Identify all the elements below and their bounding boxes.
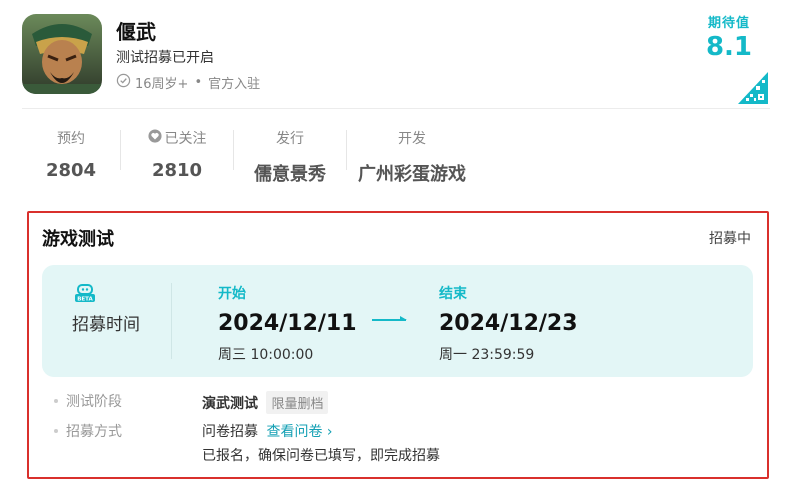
stat-label: 发行 [276, 131, 304, 147]
stat-reservations: 预约 2804 [22, 118, 120, 190]
start-date: 2024/12/11 [218, 311, 357, 336]
rating-label: 期待值 [707, 16, 750, 31]
recruit-time-panel: BETA 招募时间 开始 2024/12/11 周三 10:00:00 结束 2… [42, 265, 753, 377]
beta-robot-icon: BETA [74, 281, 96, 303]
stage-name: 演武测试 [202, 396, 258, 412]
info-value-method: 问卷招募 查看问卷 › [202, 421, 333, 441]
age-rating: 16周岁+ [135, 77, 189, 92]
info-value-stage: 演武测试 限量删档 [202, 391, 329, 414]
stat-value: 2804 [45, 160, 97, 181]
stat-followers[interactable]: 已关注 2810 [121, 118, 233, 190]
info-key: 招募方式 [54, 421, 122, 441]
card-title: 游戏测试 [42, 229, 114, 250]
bullet-dot [54, 399, 58, 403]
stat-value: 广州彩蛋游戏 [358, 164, 466, 185]
start-time: 周三 10:00:00 [218, 347, 314, 363]
expectation-rating: 期待值 8.1 [699, 12, 759, 61]
stat-publisher[interactable]: 发行 儒意景秀 [234, 118, 346, 190]
panel-divider [171, 283, 172, 359]
qr-code-icon[interactable] [738, 72, 768, 104]
svg-text:BETA: BETA [77, 297, 93, 303]
stat-label-followed: 已关注 [121, 128, 233, 148]
view-questionnaire-link[interactable]: 查看问卷 › [266, 424, 332, 440]
recruit-time-label: 招募时间 [72, 315, 140, 335]
stat-label: 预约 [57, 131, 85, 147]
heart-icon [147, 129, 162, 147]
recruit-status: 招募中 [709, 231, 751, 247]
end-date: 2024/12/23 [439, 311, 578, 336]
meta-separator: • [194, 75, 203, 90]
verified-check-icon [116, 73, 131, 92]
app-title: 偃武 [116, 20, 156, 44]
info-row-stage: 测试阶段 演武测试 限量删档 [42, 391, 753, 421]
method-note: 已报名，确保问卷已填写，即完成招募 [202, 448, 440, 464]
start-time-block: 开始 2024/12/11 周三 10:00:00 [218, 283, 357, 364]
stats-bar: 预约 2804 已关注 2810 发行 儒意景秀 开发 广州彩蛋游戏 [22, 118, 477, 190]
rating-value: 8.1 [705, 32, 753, 62]
official-tag: 官方入驻 [208, 77, 261, 92]
stat-value: 儒意景秀 [254, 164, 326, 185]
info-key: 测试阶段 [54, 391, 122, 411]
app-icon[interactable] [22, 14, 102, 94]
end-label: 结束 [439, 286, 467, 302]
game-test-card: 游戏测试 招募中 BETA 招募时间 开始 2024/12/11 周三 10:0… [27, 211, 769, 479]
header-divider [22, 108, 770, 109]
end-time-block: 结束 2024/12/23 周一 23:59:59 [439, 283, 578, 364]
stat-developer[interactable]: 开发 广州彩蛋游戏 [347, 118, 477, 190]
method-value: 问卷招募 [202, 424, 258, 440]
end-time: 周一 23:59:59 [439, 347, 535, 363]
stat-value: 2810 [151, 160, 203, 181]
app-subtitle: 测试招募已开启 [116, 50, 214, 66]
stage-tag: 限量删档 [266, 391, 329, 414]
chevron-right-icon: › [326, 424, 333, 440]
app-header: 偃武 测试招募已开启 16周岁+ • 官方入驻 期待值 8.1 [0, 0, 799, 108]
app-meta: 16周岁+ • 官方入驻 [116, 73, 260, 92]
stat-label: 开发 [398, 131, 426, 147]
bullet-dot [54, 429, 58, 433]
arrow-right-icon [372, 316, 407, 321]
test-info-list: 测试阶段 演武测试 限量删档 招募方式 问卷招募 查看问卷 › 已报名，确保问卷… [42, 391, 753, 464]
start-label: 开始 [218, 286, 246, 302]
